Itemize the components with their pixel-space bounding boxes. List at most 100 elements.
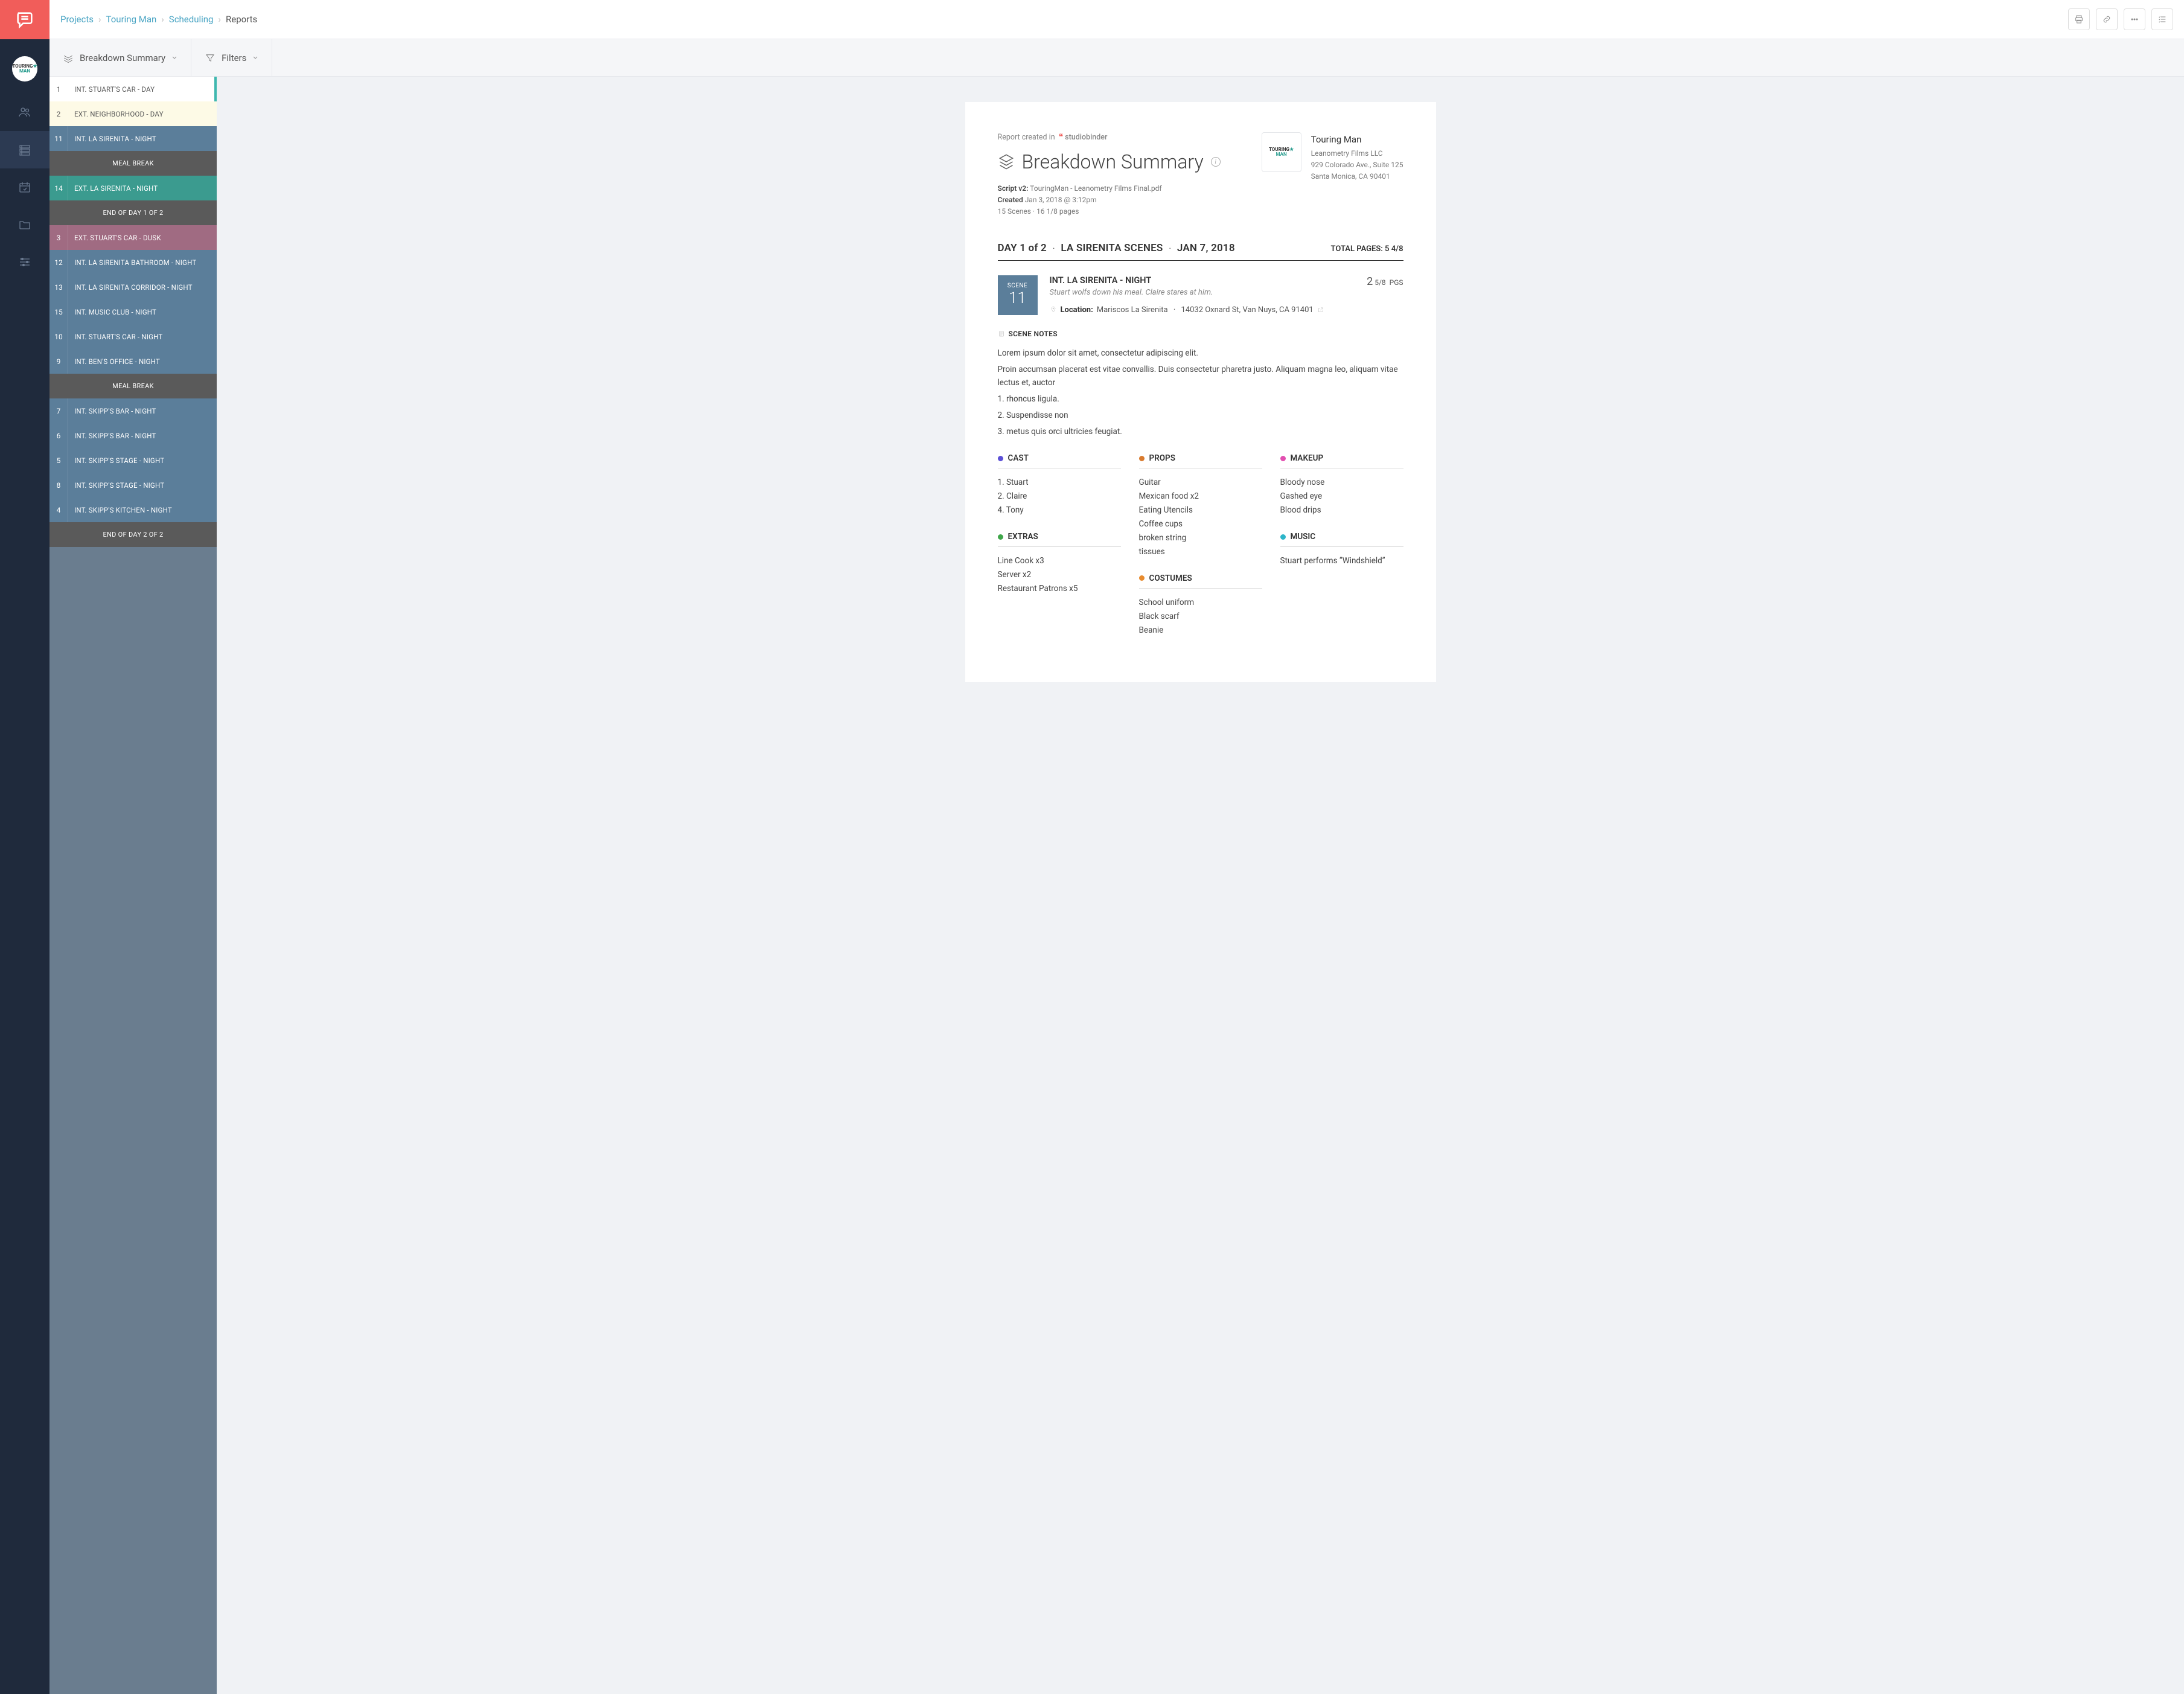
category-dot bbox=[1280, 534, 1286, 540]
scene-row[interactable]: 14EXT. LA SIRENITA - NIGHT bbox=[49, 176, 217, 200]
category-item: 4. Tony bbox=[998, 503, 1121, 517]
scene-banner: MEAL BREAK bbox=[49, 374, 217, 398]
filter-bar: Breakdown Summary Filters bbox=[49, 39, 2184, 77]
category-dot bbox=[1139, 456, 1145, 461]
link-button[interactable] bbox=[2096, 8, 2118, 30]
category-item: Eating Utencils bbox=[1139, 503, 1262, 517]
category-item: Coffee cups bbox=[1139, 517, 1262, 531]
category-cast: CAST1. Stuart2. Claire4. Tony bbox=[998, 453, 1121, 517]
scene-label: EXT. NEIGHBORHOOD - DAY bbox=[68, 101, 217, 126]
page-title: Breakdown Summary i bbox=[998, 150, 1244, 173]
scene-number: 7 bbox=[49, 398, 68, 423]
more-button[interactable] bbox=[2124, 8, 2145, 30]
project-info: Touring Man Leanometry Films LLC 929 Col… bbox=[1311, 132, 1403, 183]
category-item: School uniform bbox=[1139, 596, 1262, 610]
nav-team-icon[interactable] bbox=[0, 94, 49, 131]
scene-label: INT. SKIPP'S STAGE - NIGHT bbox=[68, 473, 217, 497]
category-label: COSTUMES bbox=[1149, 574, 1192, 583]
layers-icon bbox=[998, 153, 1015, 170]
scene-row[interactable]: 4INT. SKIPP'S KITCHEN - NIGHT bbox=[49, 497, 217, 522]
scene-label: INT. LA SIRENITA BATHROOM - NIGHT bbox=[68, 250, 217, 275]
app-logo[interactable] bbox=[0, 0, 49, 39]
project-logo: TOURING★MAN bbox=[1262, 132, 1301, 172]
scene-location: Location: Mariscos La Sirenita · 14032 O… bbox=[1050, 305, 1403, 315]
scene-label: INT. SKIPP'S STAGE - NIGHT bbox=[68, 448, 217, 473]
scene-label: INT. STUART'S CAR - NIGHT bbox=[68, 324, 217, 349]
scene-banner: END OF DAY 1 OF 2 bbox=[49, 200, 217, 225]
scene-label: EXT. LA SIRENITA - NIGHT bbox=[68, 176, 217, 200]
scene-row[interactable]: 12INT. LA SIRENITA BATHROOM - NIGHT bbox=[49, 250, 217, 275]
scene-row[interactable]: 1INT. STUART'S CAR - DAY bbox=[49, 77, 217, 101]
scene-label: INT. LA SIRENITA CORRIDOR - NIGHT bbox=[68, 275, 217, 299]
report-meta: Script v2: TouringMan - Leanometry Films… bbox=[998, 183, 1244, 218]
scene-row[interactable]: 10INT. STUART'S CAR - NIGHT bbox=[49, 324, 217, 349]
nav-settings-icon[interactable] bbox=[0, 243, 49, 281]
list-button[interactable] bbox=[2151, 8, 2173, 30]
scene-number: 10 bbox=[49, 324, 68, 349]
scene-label: INT. SKIPP'S BAR - NIGHT bbox=[68, 398, 217, 423]
scene-number: 3 bbox=[49, 225, 68, 250]
scene-banner: MEAL BREAK bbox=[49, 151, 217, 176]
info-icon[interactable]: i bbox=[1211, 157, 1221, 167]
scene-description: Stuart wolfs down his meal. Claire stare… bbox=[1050, 288, 1213, 297]
category-item: 2. Claire bbox=[998, 490, 1121, 503]
crumb-project[interactable]: Touring Man bbox=[106, 14, 157, 25]
category-item: Server x2 bbox=[998, 568, 1121, 582]
breakdown-dropdown[interactable]: Breakdown Summary bbox=[49, 39, 191, 76]
scene-number: 14 bbox=[49, 176, 68, 200]
scene-row[interactable]: 6INT. SKIPP'S BAR - NIGHT bbox=[49, 423, 217, 448]
project-avatar[interactable]: TOURING★MAN bbox=[12, 56, 37, 82]
scene-number: 9 bbox=[49, 349, 68, 374]
scene-pages: 2 5/8 PGS bbox=[1367, 275, 1403, 288]
category-item: Bloody nose bbox=[1280, 476, 1403, 490]
scene-list[interactable]: 1INT. STUART'S CAR - DAY2EXT. NEIGHBORHO… bbox=[49, 77, 217, 1694]
chevron-right-icon: › bbox=[219, 14, 222, 25]
scene-label: INT. LA SIRENITA - NIGHT bbox=[68, 126, 217, 151]
category-label: EXTRAS bbox=[1008, 532, 1038, 542]
brand-line: Report created in ❝studiobinder bbox=[998, 132, 1244, 142]
category-item: broken string bbox=[1139, 531, 1262, 545]
breakdown-label: Breakdown Summary bbox=[80, 53, 165, 63]
category-item: Mexican food x2 bbox=[1139, 490, 1262, 503]
nav-breakdown-icon[interactable] bbox=[0, 131, 49, 168]
nav-files-icon[interactable] bbox=[0, 206, 49, 243]
scene-row[interactable]: 11INT. LA SIRENITA - NIGHT bbox=[49, 126, 217, 151]
scene-row[interactable]: 2EXT. NEIGHBORHOOD - DAY bbox=[49, 101, 217, 126]
category-costumes: COSTUMESSchool uniformBlack scarfBeanie bbox=[1139, 574, 1262, 638]
scene-row[interactable]: 3EXT. STUART'S CAR - DUSK bbox=[49, 225, 217, 250]
pin-icon bbox=[1050, 305, 1057, 314]
crumb-scheduling[interactable]: Scheduling bbox=[169, 14, 214, 25]
nav-calendar-icon[interactable] bbox=[0, 168, 49, 206]
category-label: CAST bbox=[1008, 453, 1029, 463]
categories: CAST1. Stuart2. Claire4. Tony EXTRASLine … bbox=[998, 453, 1403, 651]
topbar: Projects › Touring Man › Scheduling › Re… bbox=[49, 0, 2184, 39]
scene-row[interactable]: 5INT. SKIPP'S STAGE - NIGHT bbox=[49, 448, 217, 473]
scene-number: 6 bbox=[49, 423, 68, 448]
category-dot bbox=[998, 534, 1003, 540]
category-makeup: MAKEUPBloody noseGashed eyeBlood drips bbox=[1280, 453, 1403, 517]
crumb-current: Reports bbox=[226, 14, 257, 25]
scene-row[interactable]: 9INT. BEN'S OFFICE - NIGHT bbox=[49, 349, 217, 374]
scene-number: 1 bbox=[49, 77, 68, 101]
scene-row[interactable]: 15INT. MUSIC CLUB - NIGHT bbox=[49, 299, 217, 324]
scene-label: INT. SKIPP'S BAR - NIGHT bbox=[68, 423, 217, 448]
filters-dropdown[interactable]: Filters bbox=[191, 39, 272, 76]
category-extras: EXTRASLine Cook x3Server x2Restaurant Pa… bbox=[998, 532, 1121, 596]
scene-row[interactable]: 8INT. SKIPP'S STAGE - NIGHT bbox=[49, 473, 217, 497]
crumb-projects[interactable]: Projects bbox=[60, 14, 94, 25]
note-icon bbox=[998, 330, 1005, 338]
chevron-down-icon bbox=[171, 55, 177, 61]
category-music: MUSICStuart performs “Windshield” bbox=[1280, 532, 1403, 568]
external-link-icon[interactable] bbox=[1317, 307, 1324, 313]
scene-label: INT. BEN'S OFFICE - NIGHT bbox=[68, 349, 217, 374]
breadcrumb: Projects › Touring Man › Scheduling › Re… bbox=[60, 14, 257, 25]
category-label: MUSIC bbox=[1291, 532, 1316, 542]
scene-label: EXT. STUART'S CAR - DUSK bbox=[68, 225, 217, 250]
scene-row[interactable]: 13INT. LA SIRENITA CORRIDOR - NIGHT bbox=[49, 275, 217, 299]
scene-row[interactable]: 7INT. SKIPP'S BAR - NIGHT bbox=[49, 398, 217, 423]
scene-number: 12 bbox=[49, 250, 68, 275]
print-button[interactable] bbox=[2068, 8, 2090, 30]
scene-number: 13 bbox=[49, 275, 68, 299]
report: Report created in ❝studiobinder Breakdow… bbox=[965, 102, 1436, 682]
report-pane[interactable]: Report created in ❝studiobinder Breakdow… bbox=[217, 77, 2184, 1694]
